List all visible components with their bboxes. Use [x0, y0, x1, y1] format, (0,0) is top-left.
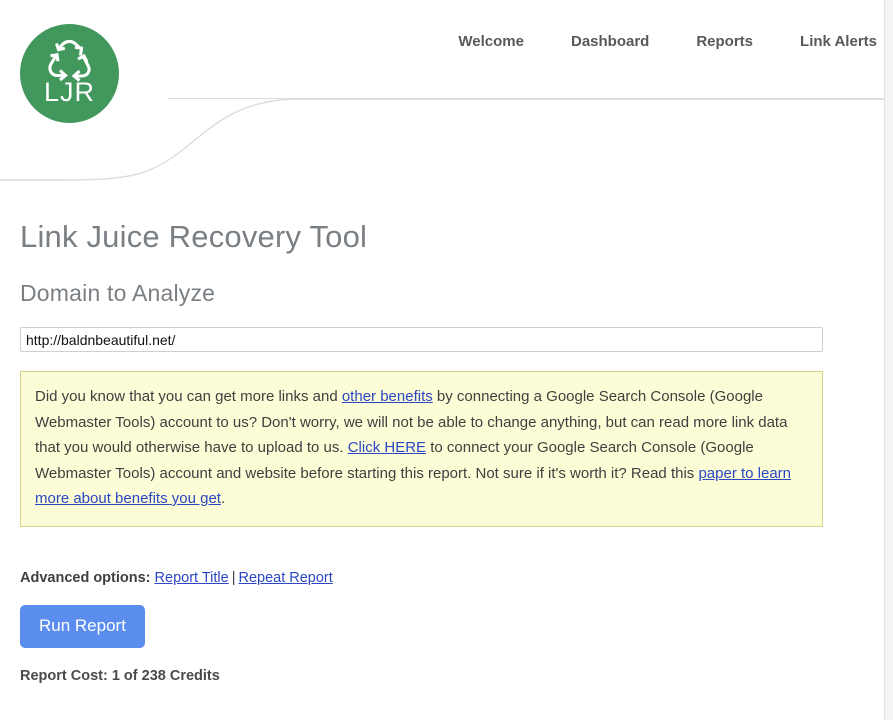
advanced-link-report-title[interactable]: Report Title [155, 570, 229, 586]
main-content: Link Juice Recovery Tool Domain to Analy… [20, 215, 825, 686]
advanced-options-label: Advanced options: [20, 569, 151, 586]
nav-item-link-alerts[interactable]: Link Alerts [800, 33, 877, 50]
section-title-domain: Domain to Analyze [20, 280, 216, 306]
domain-input[interactable] [20, 327, 823, 352]
logo[interactable]: LJR [20, 24, 119, 123]
notice-text-part-4: . [220, 490, 226, 507]
page-title: Link Juice Recovery Tool [20, 219, 368, 254]
decorative-swoosh [0, 98, 893, 181]
main-nav: Welcome Dashboard Reports Link Alerts [458, 33, 877, 50]
notice-link-click-here[interactable]: Click HERE [348, 439, 426, 456]
nav-item-welcome[interactable]: Welcome [458, 33, 524, 50]
header-divider [168, 98, 885, 99]
advanced-link-repeat-report[interactable]: Repeat Report [238, 570, 332, 586]
run-report-button[interactable]: Run Report [20, 604, 145, 648]
vertical-scrollbar[interactable] [884, 0, 893, 720]
site-header: LJR Welcome Dashboard Reports Link Alert… [0, 0, 885, 123]
nav-item-dashboard[interactable]: Dashboard [571, 33, 649, 50]
nav-item-reports[interactable]: Reports [696, 33, 753, 50]
notice-text-part-1: Did you know that you can get more links… [35, 388, 342, 405]
google-search-console-notice: Did you know that you can get more links… [20, 371, 823, 527]
notice-link-other-benefits[interactable]: other benefits [342, 388, 433, 405]
page-root: LJR Welcome Dashboard Reports Link Alert… [0, 0, 893, 720]
logo-text: LJR [43, 77, 95, 107]
report-cost-label: Report Cost: 1 of 238 Credits [20, 667, 220, 684]
advanced-options-row: Advanced options: Report Title | Repeat Re… [20, 568, 825, 588]
